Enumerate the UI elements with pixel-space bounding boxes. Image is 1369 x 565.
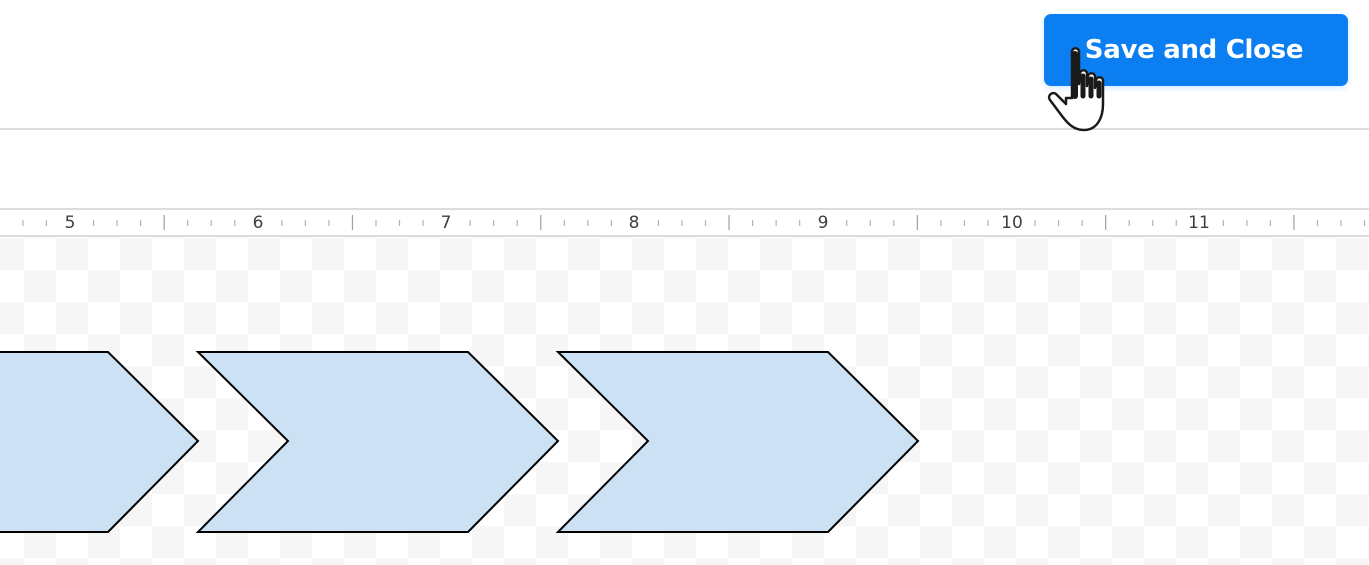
ruler-label: 6 (252, 213, 264, 233)
chevron-shape[interactable] (0, 351, 200, 533)
ruler-label: 5 (64, 213, 76, 233)
horizontal-ruler: 5 6 7 8 9 10 11 (0, 208, 1369, 237)
ruler-label: 7 (440, 213, 452, 233)
ruler-label: 11 (1188, 213, 1210, 233)
drawing-canvas[interactable] (0, 237, 1369, 565)
save-and-close-button[interactable]: Save and Close (1044, 14, 1348, 86)
chevron-shape[interactable] (555, 351, 920, 533)
ruler-label: 9 (817, 213, 829, 233)
drawing-header: Save and Close (0, 0, 1369, 130)
chevron-shape[interactable] (195, 351, 560, 533)
ruler-label: 8 (628, 213, 640, 233)
shapes-layer (0, 351, 920, 533)
ruler-ticks (22, 215, 1366, 230)
toolbar-area (0, 130, 1369, 208)
ruler-label: 10 (1001, 213, 1023, 233)
